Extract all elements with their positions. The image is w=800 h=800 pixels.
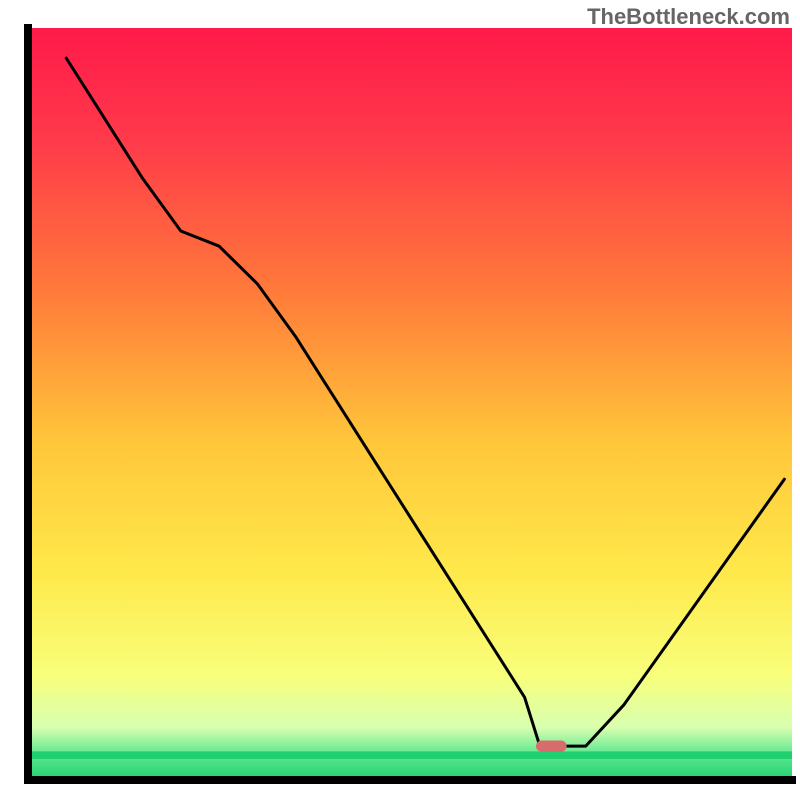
watermark-text: TheBottleneck.com — [587, 4, 790, 30]
bottleneck-chart: TheBottleneck.com — [0, 0, 800, 800]
optimal-marker — [536, 741, 567, 752]
chart-svg — [0, 0, 800, 800]
